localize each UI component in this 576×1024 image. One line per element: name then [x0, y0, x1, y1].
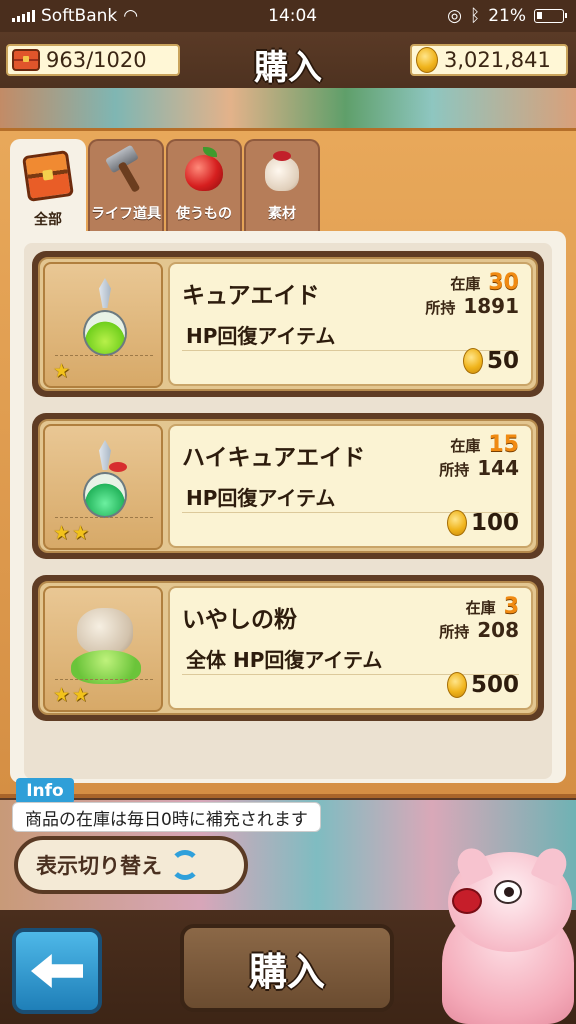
- item-price: 50: [462, 348, 519, 374]
- item-info-card: キュアエイド 在庫 30 所持 1891 HP回復アイテム 50: [168, 262, 533, 386]
- owned-row: 所持 208: [439, 618, 519, 642]
- item-list[interactable]: ★ キュアエイド 在庫 30 所持 1891 HP回復アイテム 50 ★ ★ ハ…: [24, 243, 552, 779]
- wifi-icon: ◠: [123, 6, 139, 26]
- stock-value: 15: [488, 432, 519, 457]
- item-name: キュアエイド: [182, 283, 320, 309]
- star-icon: ★: [72, 522, 90, 544]
- status-right: ◎ ᛒ 21%: [447, 6, 567, 26]
- info-message: 商品の在庫は毎日0時に補充されます: [12, 802, 321, 832]
- signal-icon: [12, 10, 35, 22]
- hammer-icon: [103, 147, 149, 193]
- header-bar: 963/1020 購入 3,021,841: [0, 32, 576, 88]
- stock-value: 3: [503, 594, 519, 619]
- info-tag: Info: [16, 778, 74, 804]
- tab-consumables[interactable]: 使うもの: [166, 139, 242, 231]
- coin-icon: [462, 348, 483, 374]
- tab-label: ライフ道具: [91, 206, 161, 222]
- list-item[interactable]: ★ ★ ハイキュアエイド 在庫 15 所持 144 HP回復アイテム 100: [32, 413, 544, 559]
- bluetooth-icon: ᛒ: [470, 6, 481, 26]
- refresh-icon: [170, 850, 200, 880]
- category-tabs: 全部 ライフ道具 使うもの 素材: [10, 139, 320, 237]
- coin-icon: [416, 47, 438, 73]
- item-info-card: いやしの粉 在庫 3 所持 208 全体 HP回復アイテム 500: [168, 586, 533, 710]
- item-name: いやしの粉: [182, 607, 297, 633]
- item-price: 500: [446, 672, 519, 698]
- owned-value: 208: [477, 618, 519, 642]
- list-item[interactable]: ★ ★ いやしの粉 在庫 3 所持 208 全体 HP回復アイテム 500: [32, 575, 544, 721]
- stock-label: 在庫: [450, 275, 481, 293]
- emerald-potion-icon: [83, 440, 127, 526]
- back-button[interactable]: [12, 928, 102, 1014]
- star-icon: ★: [53, 360, 71, 382]
- toggle-view-button[interactable]: 表示切り替え: [14, 836, 248, 894]
- tab-materials[interactable]: 素材: [244, 139, 320, 231]
- item-price: 100: [446, 510, 519, 536]
- battery-icon: [534, 9, 567, 23]
- tab-label: 素材: [268, 206, 296, 222]
- price-value: 500: [470, 672, 519, 698]
- back-arrow-icon: [31, 954, 83, 988]
- stock-row: 在庫 30: [450, 270, 519, 295]
- coin-counter: 3,021,841: [410, 44, 568, 76]
- chest-icon: [22, 150, 74, 202]
- healing-powder-icon: [71, 608, 141, 690]
- star-icon: ★: [53, 684, 71, 706]
- item-name: ハイキュアエイド: [182, 445, 366, 471]
- owned-row: 所持 1891: [425, 294, 519, 318]
- rarity-stars: ★ ★: [53, 684, 89, 706]
- coin-icon: [446, 510, 467, 536]
- owned-row: 所持 144: [439, 456, 519, 480]
- star-icon: ★: [72, 684, 90, 706]
- stock-label: 在庫: [465, 599, 496, 617]
- tab-label: 使うもの: [176, 206, 232, 222]
- owned-value: 144: [477, 456, 519, 480]
- item-description: HP回復アイテム: [186, 324, 336, 348]
- star-icon: ★: [53, 522, 71, 544]
- item-thumbnail: ★ ★: [43, 586, 163, 712]
- stock-row: 在庫 3: [466, 594, 519, 619]
- sack-icon: [259, 147, 305, 193]
- stock-row: 在庫 15: [450, 432, 519, 457]
- owned-label: 所持: [425, 299, 456, 317]
- item-info-card: ハイキュアエイド 在庫 15 所持 144 HP回復アイテム 100: [168, 424, 533, 548]
- coin-icon: [446, 672, 467, 698]
- coin-value: 3,021,841: [444, 48, 551, 72]
- item-frame: ★ ★ ハイキュアエイド 在庫 15 所持 144 HP回復アイテム 100: [38, 419, 538, 553]
- buy-button[interactable]: 購入: [180, 924, 394, 1012]
- price-value: 50: [486, 348, 519, 374]
- rarity-stars: ★: [53, 360, 70, 382]
- stock-label: 在庫: [450, 437, 481, 455]
- item-description: HP回復アイテム: [186, 486, 336, 510]
- shop-panel: 全部 ライフ道具 使うもの 素材 ★ キュアエイド 在庫 30 所持 1891 …: [0, 128, 576, 798]
- item-list-area: ★ キュアエイド 在庫 30 所持 1891 HP回復アイテム 50 ★ ★ ハ…: [10, 231, 566, 783]
- stock-value: 30: [488, 270, 519, 295]
- rarity-stars: ★ ★: [53, 522, 89, 544]
- battery-percent: 21%: [488, 6, 526, 26]
- price-value: 100: [470, 510, 519, 536]
- owned-label: 所持: [439, 461, 470, 479]
- tab-all[interactable]: 全部: [10, 139, 86, 237]
- carrier-label: SoftBank: [41, 6, 118, 26]
- toggle-view-label: 表示切り替え: [36, 854, 162, 878]
- item-description: 全体 HP回復アイテム: [186, 648, 383, 672]
- clock: 14:04: [268, 6, 318, 26]
- item-thumbnail: ★: [43, 262, 163, 388]
- lock-rotation-icon: ◎: [447, 6, 462, 26]
- item-frame: ★ キュアエイド 在庫 30 所持 1891 HP回復アイテム 50: [38, 257, 538, 391]
- item-thumbnail: ★ ★: [43, 424, 163, 550]
- pig-mascot[interactable]: [432, 843, 576, 1024]
- owned-value: 1891: [463, 294, 519, 318]
- green-potion-icon: [83, 278, 127, 364]
- status-left: SoftBank ◠: [12, 6, 138, 26]
- list-item[interactable]: ★ キュアエイド 在庫 30 所持 1891 HP回復アイテム 50: [32, 251, 544, 397]
- background-scene-top: [0, 88, 576, 128]
- apple-icon: [181, 147, 227, 193]
- item-frame: ★ ★ いやしの粉 在庫 3 所持 208 全体 HP回復アイテム 500: [38, 581, 538, 715]
- status-bar: SoftBank ◠ 14:04 ◎ ᛒ 21%: [0, 0, 576, 32]
- owned-label: 所持: [439, 623, 470, 641]
- tab-life-tools[interactable]: ライフ道具: [88, 139, 164, 231]
- tab-label: 全部: [34, 212, 62, 228]
